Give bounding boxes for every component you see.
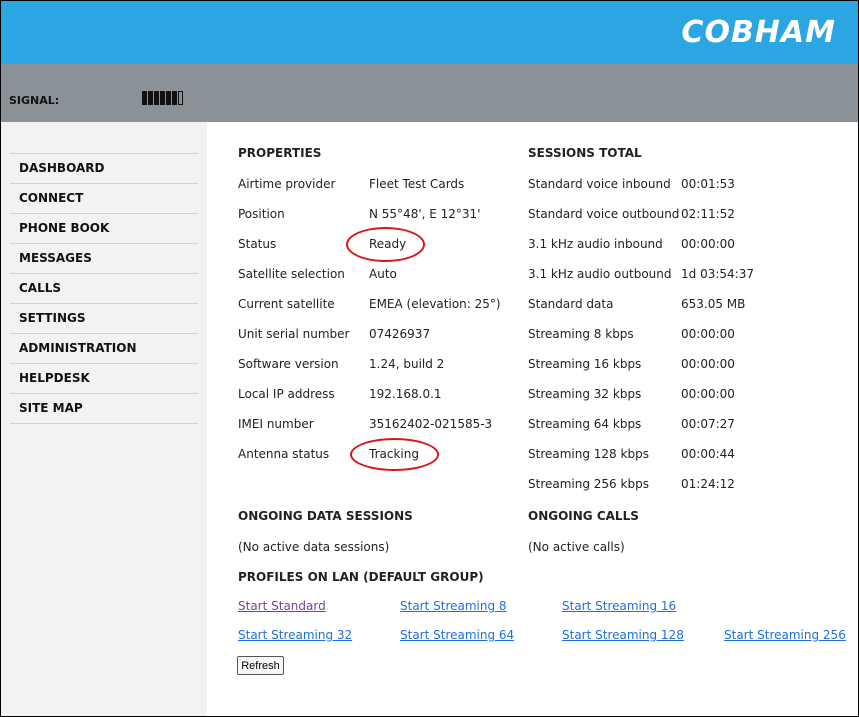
session-label: Streaming 256 kbps (528, 477, 649, 491)
sidebar-item-settings[interactable]: SETTINGS (10, 303, 198, 333)
property-value: 35162402-021585-3 (369, 417, 493, 431)
sidebar-item-site-map[interactable]: SITE MAP (10, 393, 198, 424)
ready-highlight-circle (346, 227, 425, 262)
session-value: 02:11:52 (681, 207, 735, 221)
start-streaming-64-link[interactable]: Start Streaming 64 (400, 628, 514, 642)
session-value: 653.05 MB (681, 297, 746, 311)
web-interface-frame: COBHAM SIGNAL: DASHBOARD CONNECT PHONE B… (0, 0, 859, 717)
sidebar-item-phone-book[interactable]: PHONE BOOK (10, 213, 198, 243)
session-value: 00:00:00 (681, 237, 735, 251)
property-value: Fleet Test Cards (369, 177, 465, 191)
property-value: 192.168.0.1 (369, 387, 442, 401)
signal-bar: SIGNAL: (1, 64, 858, 122)
sidebar-item-calls[interactable]: CALLS (10, 273, 198, 303)
refresh-button[interactable]: Refresh (237, 656, 284, 675)
session-value: 00:07:27 (681, 417, 735, 431)
start-streaming-128-link[interactable]: Start Streaming 128 (562, 628, 684, 642)
session-label: Standard voice inbound (528, 177, 671, 191)
ongoing-data-sessions-title: ONGOING DATA SESSIONS (238, 509, 413, 523)
signal-strength-meter (142, 91, 183, 105)
session-label: Streaming 128 kbps (528, 447, 649, 461)
property-value: EMEA (elevation: 25°) (369, 297, 501, 311)
session-label: Streaming 16 kbps (528, 357, 642, 371)
signal-bar-segment (154, 91, 159, 105)
property-label: Airtime provider (238, 177, 336, 191)
property-value: 07426937 (369, 327, 431, 341)
property-value: N 55°48', E 12°31' (369, 207, 481, 221)
property-label: Unit serial number (238, 327, 350, 341)
sidebar-item-helpdesk[interactable]: HELPDESK (10, 363, 198, 393)
signal-bar-segment (142, 91, 147, 105)
tracking-highlight-circle (350, 438, 439, 471)
signal-bar-segment (172, 91, 177, 105)
signal-bar-segment (160, 91, 165, 105)
session-value: 00:00:00 (681, 387, 735, 401)
sidebar-item-messages[interactable]: MESSAGES (10, 243, 198, 273)
property-label: Local IP address (238, 387, 335, 401)
start-streaming-32-link[interactable]: Start Streaming 32 (238, 628, 352, 642)
property-label: Status (238, 237, 277, 251)
signal-label: SIGNAL: (9, 94, 60, 107)
ongoing-calls-text: (No active calls) (528, 540, 625, 554)
session-label: Streaming 32 kbps (528, 387, 642, 401)
cobham-logo: COBHAM (681, 15, 836, 50)
main-content: PROPERTIES SESSIONS TOTAL Airtime provid… (207, 122, 858, 716)
session-label: 3.1 kHz audio outbound (528, 267, 672, 281)
sidebar-navigation: DASHBOARD CONNECT PHONE BOOK MESSAGES CA… (10, 153, 198, 424)
property-label: IMEI number (238, 417, 314, 431)
session-value: 00:00:00 (681, 357, 735, 371)
session-value: 1d 03:54:37 (681, 267, 754, 281)
sidebar-item-administration[interactable]: ADMINISTRATION (10, 333, 198, 363)
sidebar: DASHBOARD CONNECT PHONE BOOK MESSAGES CA… (1, 122, 207, 716)
signal-bar-segment (148, 91, 153, 105)
session-value: 00:01:53 (681, 177, 735, 191)
start-streaming-16-link[interactable]: Start Streaming 16 (562, 599, 676, 613)
session-label: Standard voice outbound (528, 207, 680, 221)
property-label: Software version (238, 357, 339, 371)
start-streaming-256-link[interactable]: Start Streaming 256 (724, 628, 846, 642)
session-label: Standard data (528, 297, 614, 311)
property-label: Current satellite (238, 297, 335, 311)
sidebar-item-connect[interactable]: CONNECT (10, 183, 198, 213)
property-value: Auto (369, 267, 397, 281)
session-value: 01:24:12 (681, 477, 735, 491)
session-value: 00:00:44 (681, 447, 735, 461)
property-value: 1.24, build 2 (369, 357, 445, 371)
session-label: 3.1 kHz audio inbound (528, 237, 663, 251)
property-label: Position (238, 207, 285, 221)
start-streaming-8-link[interactable]: Start Streaming 8 (400, 599, 507, 613)
signal-bar-segment-empty (178, 91, 183, 105)
property-label: Satellite selection (238, 267, 345, 281)
session-label: Streaming 64 kbps (528, 417, 642, 431)
session-label: Streaming 8 kbps (528, 327, 634, 341)
session-value: 00:00:00 (681, 327, 735, 341)
profiles-title: PROFILES ON LAN (DEFAULT GROUP) (238, 570, 484, 584)
start-standard-link[interactable]: Start Standard (238, 599, 326, 613)
ongoing-calls-title: ONGOING CALLS (528, 509, 639, 523)
sessions-total-title: SESSIONS TOTAL (528, 146, 642, 160)
property-label: Antenna status (238, 447, 330, 461)
signal-bar-segment (166, 91, 171, 105)
header-bar: COBHAM (1, 1, 858, 64)
sidebar-item-dashboard[interactable]: DASHBOARD (10, 153, 198, 183)
properties-title: PROPERTIES (238, 146, 322, 160)
ongoing-data-sessions-text: (No active data sessions) (238, 540, 390, 554)
